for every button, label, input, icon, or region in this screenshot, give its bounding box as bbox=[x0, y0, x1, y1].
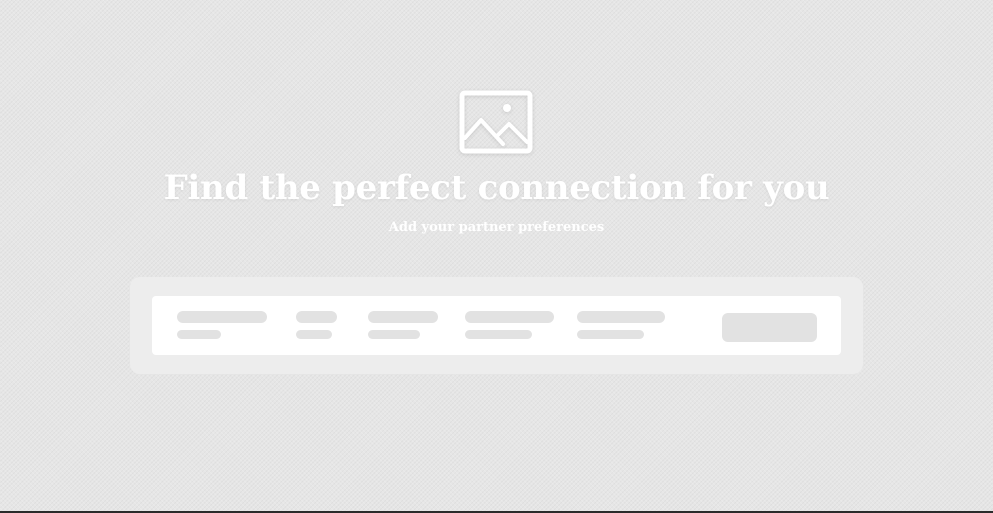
page-subtitle: Add your partner preferences bbox=[388, 220, 605, 235]
field-value-placeholder bbox=[368, 330, 420, 339]
page-title: Find the perfect connection for you bbox=[163, 168, 830, 208]
preference-field-3[interactable] bbox=[368, 311, 438, 339]
search-button[interactable] bbox=[722, 313, 817, 342]
field-value-placeholder bbox=[577, 330, 644, 339]
field-value-placeholder bbox=[177, 330, 221, 339]
field-label-placeholder bbox=[177, 311, 267, 323]
field-value-placeholder bbox=[465, 330, 532, 339]
field-label-placeholder bbox=[465, 311, 554, 323]
preferences-panel bbox=[130, 277, 863, 374]
image-placeholder-icon bbox=[459, 90, 533, 154]
preference-field-5[interactable] bbox=[577, 311, 665, 339]
field-label-placeholder bbox=[296, 311, 337, 323]
preference-field-4[interactable] bbox=[465, 311, 554, 339]
field-label-placeholder bbox=[577, 311, 665, 323]
preference-field-2[interactable] bbox=[296, 311, 337, 339]
preferences-search-bar bbox=[152, 296, 841, 355]
field-value-placeholder bbox=[296, 330, 332, 339]
preference-field-1[interactable] bbox=[177, 311, 267, 339]
field-label-placeholder bbox=[368, 311, 438, 323]
